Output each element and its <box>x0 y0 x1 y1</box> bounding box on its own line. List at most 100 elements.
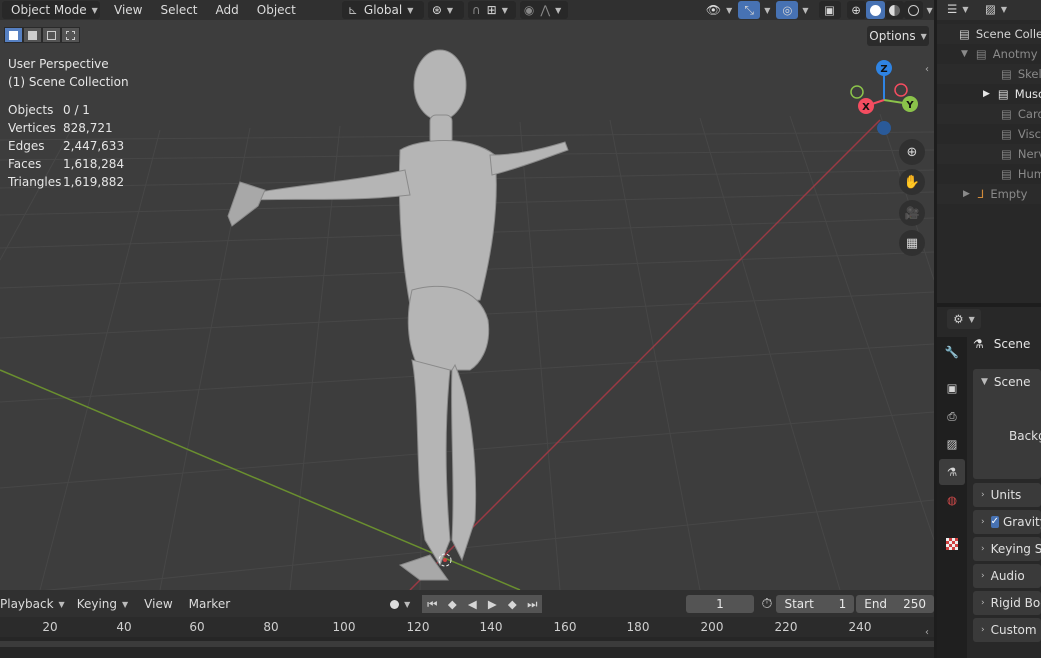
frame-ruler[interactable]: 20 40 60 80 100 120 140 160 180 200 220 … <box>0 617 934 637</box>
prev-keyframe-button[interactable]: ◆ <box>442 595 463 613</box>
z-axis-label: Z <box>880 64 887 75</box>
neg-x-handle[interactable] <box>894 83 908 97</box>
keyframe-area[interactable]: ‹ <box>0 627 934 658</box>
outliner-row-anotmy[interactable]: ▼ ▤ Anotmy <box>937 44 1041 64</box>
gravity-panel[interactable]: › ✓ Gravity <box>973 510 1041 534</box>
current-frame-value: 1 <box>716 597 724 611</box>
outliner-display-mode[interactable]: ☰ ▼ <box>947 2 968 16</box>
chevron-down-icon[interactable]: ▼ <box>764 6 770 15</box>
select-subtract-button[interactable] <box>42 27 61 43</box>
y-axis-label: Y <box>905 100 914 111</box>
neg-y-handle[interactable] <box>850 85 864 99</box>
anatomy-model[interactable] <box>227 49 569 581</box>
outliner-row-scene-collection[interactable]: ▤ Scene Collection <box>937 24 1041 44</box>
pan-button[interactable]: ✋ <box>899 169 925 195</box>
overlays-toggle[interactable]: ◎ <box>776 1 799 19</box>
outliner-row-nervous[interactable]: ▤ Nervous <box>937 144 1041 164</box>
rendered-shading-button[interactable] <box>903 1 923 19</box>
panel-title: Keying Sets <box>990 542 1041 556</box>
ruler-tick: 100 <box>332 620 356 634</box>
material-shading-button[interactable] <box>884 1 904 19</box>
sidebar-toggle-arrow[interactable]: ‹ <box>925 627 929 638</box>
timeline-view-menu[interactable]: View <box>138 595 178 613</box>
neg-z-handle[interactable] <box>877 121 891 135</box>
menu-view[interactable]: View <box>108 1 148 19</box>
menu-object[interactable]: Object <box>251 1 302 19</box>
camera-back-icon: ▣ <box>946 381 958 395</box>
mode-dropdown[interactable]: Object Mode ▼ <box>2 1 100 19</box>
image-stack-icon: ▨ <box>946 437 958 451</box>
custom-properties-panel[interactable]: › Custom Properties <box>973 618 1041 642</box>
outliner-row-skeleton[interactable]: ▤ Skeleton <box>937 64 1041 84</box>
start-label: Start <box>784 597 814 611</box>
tab-output[interactable]: ⎙ <box>939 403 965 429</box>
jump-start-button[interactable]: ⏮ <box>422 595 443 613</box>
keying-sets-panel[interactable]: › Keying Sets <box>973 537 1041 561</box>
start-frame-field[interactable]: Start 1 <box>776 595 855 613</box>
tab-world[interactable]: ◍ <box>939 487 965 513</box>
select-extend-button[interactable] <box>23 27 42 43</box>
units-panel[interactable]: › Units <box>973 483 1041 507</box>
next-keyframe-icon: ◆ <box>507 597 517 611</box>
play-reverse-button[interactable]: ◀ <box>462 595 483 613</box>
audio-panel[interactable]: › Audio <box>973 564 1041 588</box>
perspective-toggle-button[interactable]: ▦ <box>899 230 925 256</box>
playback-menu[interactable]: Playback ▼ <box>0 595 71 613</box>
outliner-row-viscera[interactable]: ▤ Viscera <box>937 124 1041 144</box>
menu-add[interactable]: Add <box>210 1 245 19</box>
menu-select[interactable]: Select <box>154 1 203 19</box>
rigid-body-panel[interactable]: › Rigid Body World <box>973 591 1041 615</box>
outliner-filter[interactable]: ▨ ▼ <box>985 2 1007 16</box>
current-frame-field[interactable]: 1 <box>686 595 754 613</box>
pivot-point-dropdown[interactable]: ⊛ ▼ <box>427 1 464 19</box>
auto-keying-toggle[interactable]: ▼ <box>384 595 416 613</box>
tab-scene[interactable]: ⚗ <box>939 459 965 485</box>
options-label: Options <box>869 29 916 43</box>
timeline-editor: Playback ▼ Keying ▼ View Marker ▼ ⏮ ◆ ◀ ▶ … <box>0 590 935 658</box>
stat-label: Triangles <box>8 175 62 189</box>
outliner-row-muscles[interactable]: ▶ ▤ Muscles <box>937 84 1041 104</box>
next-keyframe-button[interactable]: ◆ <box>502 595 523 613</box>
outliner-row-cardiovascular[interactable]: ▤ Cardiovascular <box>937 104 1041 124</box>
select-intersect-button[interactable] <box>61 27 80 43</box>
marker-menu[interactable]: Marker <box>183 595 236 613</box>
outliner-label: Nervous <box>1017 147 1041 161</box>
zoom-button[interactable]: ⊕ <box>899 139 925 165</box>
tab-tool[interactable]: 🔧 <box>939 339 965 365</box>
scene-panel-header[interactable]: ▼ Scene <box>973 369 1041 395</box>
solid-shading-button[interactable] <box>865 1 885 19</box>
camera-view-button[interactable]: 🎥 <box>899 200 925 226</box>
gizmo-toggle[interactable]: ⤡ <box>738 1 761 19</box>
editor-type-dropdown[interactable]: ⚙ ▼ <box>947 309 981 329</box>
chevron-down-icon[interactable]: ▼ <box>802 6 808 15</box>
tab-render[interactable]: ▣ <box>939 375 965 401</box>
keying-menu[interactable]: Keying ▼ <box>71 595 134 613</box>
properties-editor: ⚙▼ ⚗ Scene 🔧 ▣ ⎙ ▨ ⚗ ◍ ▼ Scene Backgroun… <box>937 307 1041 658</box>
snap-dropdown[interactable]: ∩ ⊞ ▼ <box>467 1 516 19</box>
tab-texture[interactable] <box>939 531 965 557</box>
gravity-checkbox[interactable]: ✓ <box>990 516 999 528</box>
chevron-down-icon: ▼ <box>968 314 975 324</box>
stat-row: Faces 1,618,284 <box>8 155 124 173</box>
jump-end-button[interactable]: ⏭ <box>522 595 543 613</box>
outliner-row-human[interactable]: ▤ Human <box>937 164 1041 184</box>
rendered-sphere-icon <box>907 4 919 16</box>
options-dropdown[interactable]: Options ▼ <box>867 26 929 46</box>
transform-orientation-dropdown[interactable]: ⊾ Global ▼ <box>341 1 424 19</box>
wrench-icon: 🔧 <box>944 345 960 359</box>
wireframe-shading-button[interactable]: ⊕ <box>846 1 866 19</box>
timeline-scrollbar[interactable] <box>0 641 934 647</box>
xray-toggle[interactable]: ▣ <box>818 1 841 19</box>
proportional-icon: ◉ <box>523 3 535 17</box>
play-button[interactable]: ▶ <box>482 595 503 613</box>
preview-range-toggle[interactable]: ⏱ <box>762 596 773 612</box>
3d-viewport[interactable]: User Perspective (1) Scene Collection Ob… <box>0 20 934 590</box>
visibility-dropdown[interactable]: 👁 ▼ <box>704 1 734 19</box>
select-new-button[interactable] <box>4 27 23 43</box>
tab-view-layer[interactable]: ▨ <box>939 431 965 457</box>
navigation-gizmo[interactable]: Z Y X <box>846 56 926 136</box>
outliner-row-empty[interactable]: ▶ ⅃ Empty <box>937 184 1041 204</box>
proportional-edit-dropdown[interactable]: ◉ ⋀ ▼ <box>519 1 568 19</box>
chevron-down-icon[interactable]: ▼ <box>927 6 933 15</box>
end-frame-field[interactable]: End 250 <box>856 595 935 613</box>
